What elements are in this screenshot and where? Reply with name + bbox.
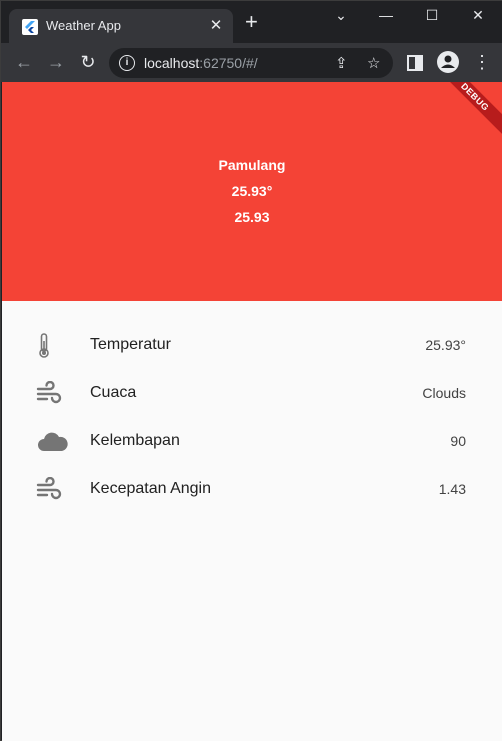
- weather-header: Pamulang 25.93° 25.93 DEBUG: [2, 82, 502, 301]
- cloud-icon: [38, 432, 68, 451]
- row-label: Temperatur: [90, 336, 171, 353]
- wind-icon: [36, 381, 62, 404]
- tab-weather-app[interactable]: Weather App ✕: [9, 9, 233, 43]
- tab-strip: Weather App ✕ + ⌄ — ☐ ✕: [1, 1, 502, 43]
- menu-icon[interactable]: ⋮: [471, 52, 493, 72]
- url-host: localhost: [144, 55, 200, 71]
- thermometer-icon: [39, 333, 49, 358]
- info-icon[interactable]: i: [119, 55, 135, 71]
- city-name: Pamulang: [218, 157, 286, 173]
- row-value: Clouds: [422, 385, 466, 401]
- close-tab-icon[interactable]: ✕: [207, 16, 225, 34]
- row-value: 1.43: [438, 481, 466, 497]
- minimize-icon[interactable]: —: [371, 7, 401, 23]
- row-label: Cuaca: [90, 384, 137, 401]
- app-page: Pamulang 25.93° 25.93 DEBUG Temperatur 2…: [2, 82, 502, 741]
- row-value: 25.93°: [425, 337, 466, 353]
- new-tab-button[interactable]: +: [245, 11, 258, 33]
- maximize-icon[interactable]: ☐: [417, 7, 447, 24]
- share-icon[interactable]: ⇪: [335, 54, 348, 72]
- tab-title: Weather App: [46, 18, 121, 33]
- wind-icon: [36, 477, 62, 500]
- temperature-value: 25.93: [234, 209, 270, 225]
- row-label: Kecepatan Angin: [90, 480, 211, 497]
- row-label: Kelembapan: [90, 432, 180, 449]
- list-item[interactable]: Temperatur 25.93°: [2, 321, 502, 369]
- url-text: localhost:62750/#/: [144, 55, 258, 71]
- chevron-down-icon[interactable]: ⌄: [326, 7, 356, 24]
- address-bar[interactable]: i localhost:62750/#/ ⇪ ☆: [109, 48, 393, 78]
- forward-icon[interactable]: →: [45, 52, 67, 72]
- list-item[interactable]: Cuaca Clouds: [2, 369, 502, 417]
- temperature-degree: 25.93°: [231, 183, 273, 199]
- flutter-icon: [22, 19, 38, 35]
- browser-toolbar: ← → ↻ i localhost:62750/#/ ⇪ ☆ ⋮: [1, 43, 502, 82]
- side-panel-icon[interactable]: [407, 55, 423, 71]
- debug-banner: DEBUG: [431, 82, 502, 141]
- row-value: 90: [450, 433, 466, 449]
- reload-icon[interactable]: ↻: [77, 52, 99, 72]
- back-icon[interactable]: ←: [13, 52, 35, 72]
- url-path: :62750/#/: [199, 55, 258, 71]
- browser-window: Weather App ✕ + ⌄ — ☐ ✕ ← → ↻ i localhos…: [0, 0, 502, 741]
- star-icon[interactable]: ☆: [367, 54, 380, 72]
- list-item[interactable]: Kecepatan Angin 1.43: [2, 465, 502, 513]
- person-icon: [441, 55, 455, 68]
- list-item[interactable]: Kelembapan 90: [2, 417, 502, 465]
- close-window-icon[interactable]: ✕: [463, 7, 493, 24]
- profile-avatar[interactable]: [437, 51, 459, 73]
